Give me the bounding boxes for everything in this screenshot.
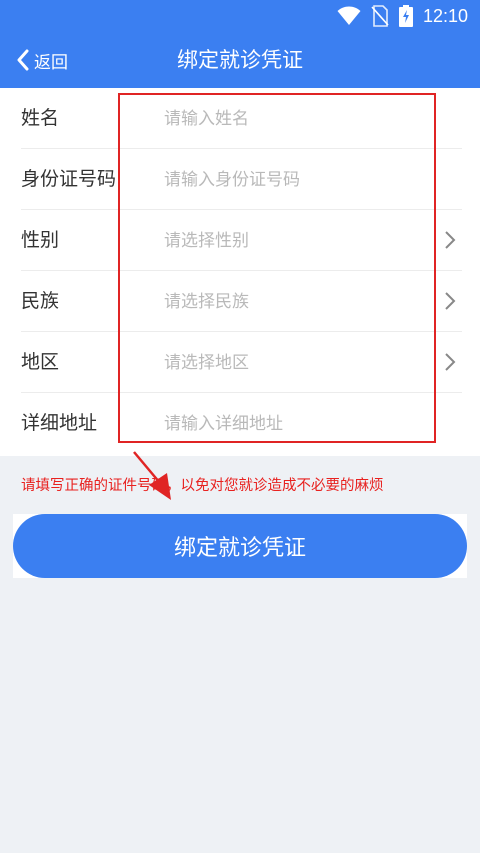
battery-charging-icon	[398, 5, 413, 27]
submit-button-container: 绑定就诊凭证	[13, 514, 467, 578]
id-tip-text: 请填写正确的证件号码，以免对您就诊造成不必要的麻烦	[21, 478, 384, 494]
wifi-icon	[337, 6, 361, 25]
form-row-gender[interactable]: 性别	[0, 210, 480, 271]
back-label: 返回	[34, 52, 68, 73]
ethnicity-select[interactable]	[158, 283, 428, 320]
chevron-right-icon	[445, 353, 456, 371]
status-icons: 12:10	[337, 4, 468, 28]
form-row-region[interactable]: 地区	[0, 332, 480, 393]
page-title: 绑定就诊凭证	[177, 48, 303, 72]
id-number-label: 身份证号码	[21, 168, 117, 190]
bind-credential-button[interactable]: 绑定就诊凭证	[13, 514, 467, 578]
chevron-right-icon	[445, 231, 456, 249]
address-label: 详细地址	[21, 412, 98, 434]
region-label: 地区	[21, 351, 60, 373]
ethnicity-label: 民族	[21, 290, 60, 312]
form-row-name: 姓名	[0, 88, 480, 149]
gender-label: 性别	[21, 229, 60, 251]
back-button[interactable]: 返回	[16, 32, 68, 88]
gender-select[interactable]	[158, 222, 428, 259]
form-row-address: 详细地址	[0, 393, 480, 454]
status-time: 12:10	[422, 5, 468, 26]
binding-form: 姓名 身份证号码 性别 民族 地区 详细地址	[0, 88, 480, 456]
no-sim-icon	[371, 5, 389, 27]
form-row-id-number: 身份证号码	[0, 149, 480, 210]
id-number-input[interactable]	[158, 161, 428, 198]
form-row-ethnicity[interactable]: 民族	[0, 271, 480, 332]
name-input[interactable]	[158, 100, 428, 137]
chevron-right-icon	[445, 292, 456, 310]
region-select[interactable]	[158, 344, 428, 381]
status-bar: 12:10	[0, 0, 480, 32]
address-input[interactable]	[158, 405, 428, 442]
chevron-left-icon	[17, 49, 29, 71]
name-label: 姓名	[21, 107, 60, 129]
header-bar: 返回 绑定就诊凭证	[0, 32, 480, 88]
